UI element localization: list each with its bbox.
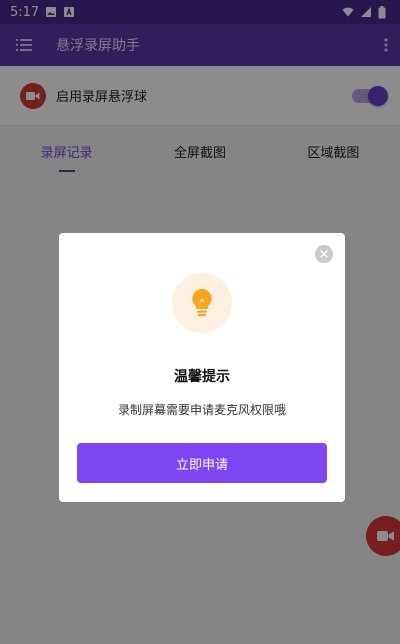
lightbulb-icon (192, 288, 212, 317)
close-icon[interactable] (315, 245, 333, 263)
permission-dialog: 温馨提示 录制屏幕需要申请麦克风权限哦 立即申请 (59, 233, 345, 502)
dialog-message: 录制屏幕需要申请麦克风权限哦 (117, 403, 286, 417)
apply-now-button[interactable]: 立即申请 (77, 443, 327, 483)
dialog-title: 温馨提示 (174, 369, 230, 385)
tip-icon-circle (172, 273, 232, 333)
app-screen: 5:17 悬浮录屏助手 启用录屏悬浮球 录屏记录 全屏截图 区域截图 温馨提示 … (0, 0, 400, 644)
